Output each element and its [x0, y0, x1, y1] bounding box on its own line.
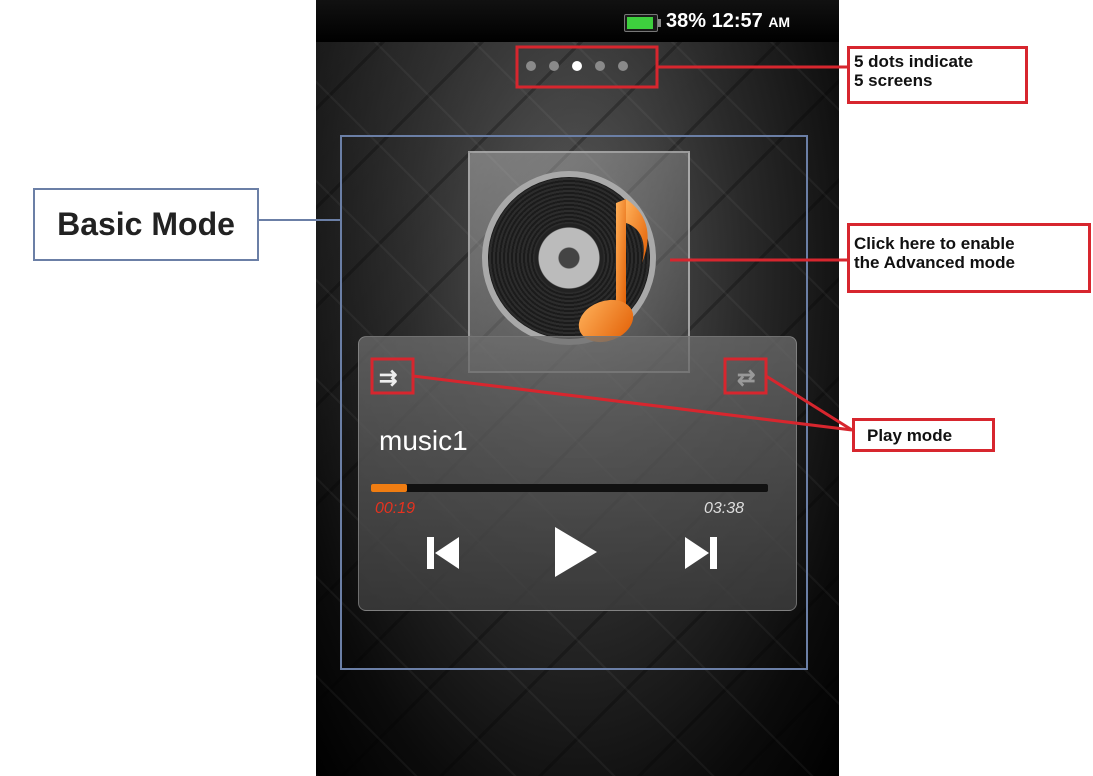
annotation-lines: [259, 45, 853, 432]
dots-annotation-line2: 5 screens: [854, 71, 933, 90]
dots-annotation: 5 dots indicate 5 screens: [847, 46, 1028, 104]
play-mode-annotation: Play mode: [852, 418, 995, 452]
advanced-annotation-line2: the Advanced mode: [854, 253, 1015, 272]
advanced-annotation: Click here to enable the Advanced mode: [847, 223, 1091, 293]
basic-mode-label: Basic Mode: [33, 188, 259, 261]
advanced-annotation-line1: Click here to enable: [854, 234, 1015, 253]
dots-annotation-line1: 5 dots indicate: [854, 52, 974, 71]
